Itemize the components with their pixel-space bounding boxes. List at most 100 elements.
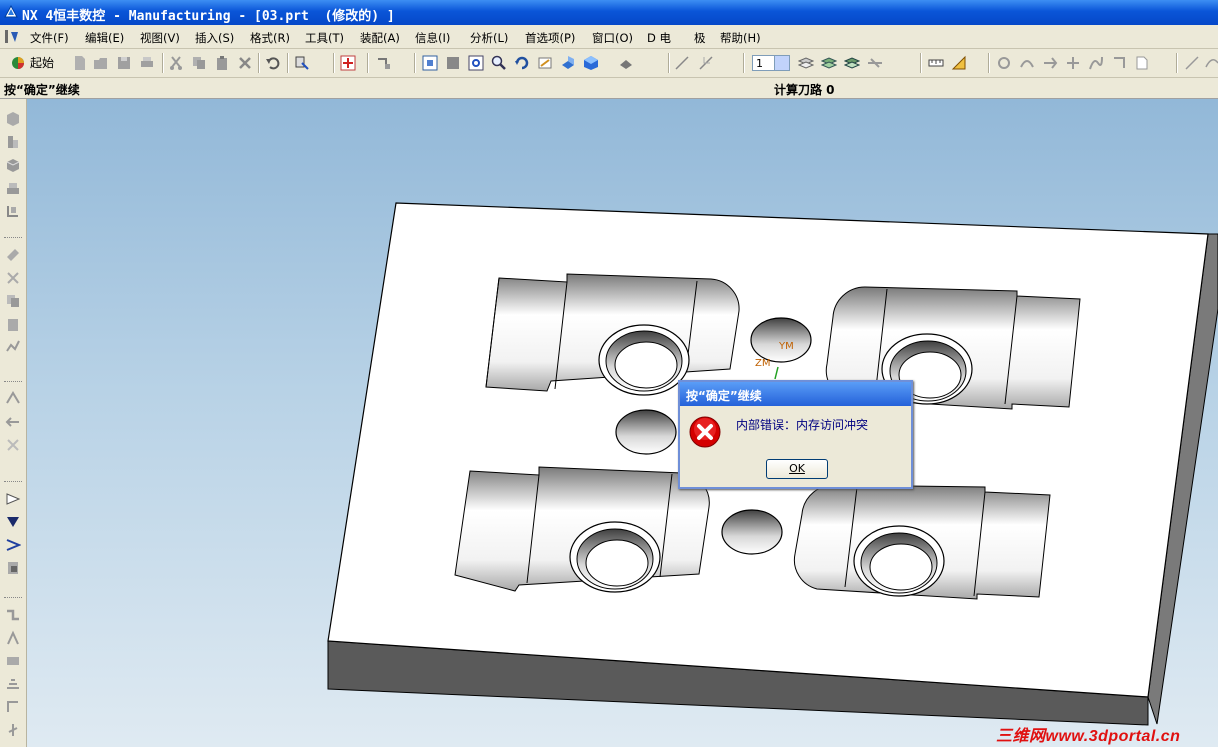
cutter-icon[interactable] xyxy=(5,722,21,738)
undo-icon[interactable] xyxy=(265,55,281,71)
cam-paste-object-icon[interactable] xyxy=(5,316,21,332)
generate-toolpath-icon[interactable] xyxy=(5,391,21,407)
copy-to-layer-icon[interactable] xyxy=(867,55,883,71)
trim-curve-icon[interactable] xyxy=(1042,55,1058,71)
menu-preferences[interactable]: 首选项(P) xyxy=(525,30,575,46)
window-title: NX 4恒丰数控 - Manufacturing - [03.prt (修改的)… xyxy=(22,9,395,24)
shading-mode-icon[interactable] xyxy=(583,55,599,71)
line-icon[interactable] xyxy=(674,55,690,71)
ok-button[interactable]: OK xyxy=(766,459,828,479)
rotate-icon[interactable] xyxy=(514,55,530,71)
zoom-icon[interactable] xyxy=(491,55,507,71)
line-tool-icon[interactable] xyxy=(1184,55,1200,71)
measure-distance-icon[interactable] xyxy=(928,55,944,71)
menu-electrode[interactable]: D 电 xyxy=(647,30,671,46)
cue-line: 按“确定”继续 xyxy=(4,83,80,97)
menu-format[interactable]: 格式(R) xyxy=(250,30,290,46)
cue-status-bar: 按“确定”继续 计算刀路 0 xyxy=(0,78,1218,99)
menu-bar: 文件(F) 编辑(E) 视图(V) 插入(S) 格式(R) 工具(T) 装配(A… xyxy=(0,25,1218,49)
work-layer-value: 1 xyxy=(756,57,763,70)
chevron-down-icon[interactable] xyxy=(774,56,789,70)
machine-tool-view-icon[interactable] xyxy=(5,630,21,646)
cam-delete-object-icon[interactable] xyxy=(5,339,21,355)
error-icon xyxy=(689,416,721,448)
list-toolpath-icon[interactable] xyxy=(5,437,21,453)
toolbar-separator xyxy=(1176,53,1178,73)
measure-angle-icon[interactable] xyxy=(951,55,967,71)
move-to-layer-icon[interactable] xyxy=(844,55,860,71)
dialog-title: 按“确定”继续 xyxy=(686,389,762,403)
snap-point-icon[interactable] xyxy=(340,55,356,71)
save-icon[interactable] xyxy=(116,55,132,71)
pan-icon[interactable] xyxy=(537,55,553,71)
cut-icon[interactable] xyxy=(168,55,184,71)
watermark: 三维网www.3dportal.cn xyxy=(996,728,1181,745)
cam-edit-object-icon[interactable] xyxy=(5,247,21,263)
point-tool-icon[interactable] xyxy=(1065,55,1081,71)
cam-create-geometry-icon[interactable] xyxy=(5,157,21,173)
standard-toolbar: 起始 xyxy=(0,49,1218,78)
spline-icon[interactable] xyxy=(1088,55,1104,71)
window-title-bar[interactable]: NX 4恒丰数控 - Manufacturing - [03.prt (修改的)… xyxy=(0,0,1218,25)
cam-cut-object-icon[interactable] xyxy=(5,270,21,286)
arc-tool-icon[interactable] xyxy=(1204,55,1218,71)
shop-doc-icon[interactable] xyxy=(5,537,21,553)
menu-extra[interactable]: 极 xyxy=(694,30,706,46)
start-button[interactable]: 起始 xyxy=(30,54,54,71)
print-icon[interactable] xyxy=(139,55,155,71)
menu-help[interactable]: 帮助(H) xyxy=(720,30,761,46)
work-layer-select[interactable]: 1 xyxy=(752,55,790,71)
machining-method-view-icon[interactable] xyxy=(5,676,21,692)
toolbar-separator xyxy=(4,381,22,384)
view-orient-icon[interactable] xyxy=(618,55,634,71)
menu-information[interactable]: 信息(I) xyxy=(415,30,450,46)
toolbar-separator xyxy=(258,53,260,73)
verify-toolpath-icon[interactable] xyxy=(5,491,21,507)
replay-toolpath-icon[interactable] xyxy=(5,414,21,430)
zoom-window-icon[interactable] xyxy=(445,55,461,71)
copy-icon[interactable] xyxy=(191,55,207,71)
nx-app-icon xyxy=(4,4,18,18)
cam-create-tool-icon[interactable] xyxy=(5,134,21,150)
sheet-icon[interactable] xyxy=(1134,55,1150,71)
menu-view[interactable]: 视图(V) xyxy=(140,30,180,46)
postprocess-icon[interactable] xyxy=(5,514,21,530)
move-object-icon[interactable] xyxy=(376,55,392,71)
menu-assemblies[interactable]: 装配(A) xyxy=(360,30,400,46)
shaded-view-icon[interactable] xyxy=(560,55,576,71)
delete-icon[interactable] xyxy=(237,55,253,71)
open-file-icon[interactable] xyxy=(93,55,109,71)
menu-app-icon xyxy=(5,30,18,43)
select-filter-icon[interactable] xyxy=(294,55,310,71)
layer-visible-icon[interactable] xyxy=(821,55,837,71)
triad-ym-label: YM xyxy=(779,341,794,352)
graphics-window[interactable]: YM ZM xyxy=(27,99,1218,747)
geometry-view-icon[interactable] xyxy=(5,653,21,669)
cam-create-program-icon[interactable] xyxy=(5,111,21,127)
analysis-tool-icon[interactable] xyxy=(996,55,1012,71)
curve-tool-icon[interactable] xyxy=(1019,55,1035,71)
cam-create-method-icon[interactable] xyxy=(5,180,21,196)
arc-icon[interactable] xyxy=(698,55,714,71)
toolbar-separator xyxy=(920,53,922,73)
output-cls-icon[interactable] xyxy=(5,560,21,576)
cam-create-operation-icon[interactable] xyxy=(5,203,21,219)
menu-analysis[interactable]: 分析(L) xyxy=(470,30,508,46)
menu-edit[interactable]: 编辑(E) xyxy=(85,30,124,46)
fit-view-icon[interactable] xyxy=(422,55,438,71)
layer-settings-icon[interactable] xyxy=(798,55,814,71)
menu-file[interactable]: 文件(F) xyxy=(30,30,69,46)
zoom-region-icon[interactable] xyxy=(468,55,484,71)
corner-icon[interactable] xyxy=(1111,55,1127,71)
paste-icon[interactable] xyxy=(214,55,230,71)
dialog-message: 内部错误：内存访问冲突 xyxy=(736,418,869,432)
feed-rate-icon[interactable] xyxy=(5,699,21,715)
menu-tools[interactable]: 工具(T) xyxy=(305,30,344,46)
menu-window[interactable]: 窗口(O) xyxy=(592,30,633,46)
program-order-view-icon[interactable] xyxy=(5,607,21,623)
cam-copy-object-icon[interactable] xyxy=(5,293,21,309)
dialog-title-bar[interactable]: 按“确定”继续 xyxy=(680,382,911,406)
toolbar-separator xyxy=(333,53,335,73)
menu-insert[interactable]: 插入(S) xyxy=(195,30,234,46)
new-file-icon[interactable] xyxy=(72,55,88,71)
